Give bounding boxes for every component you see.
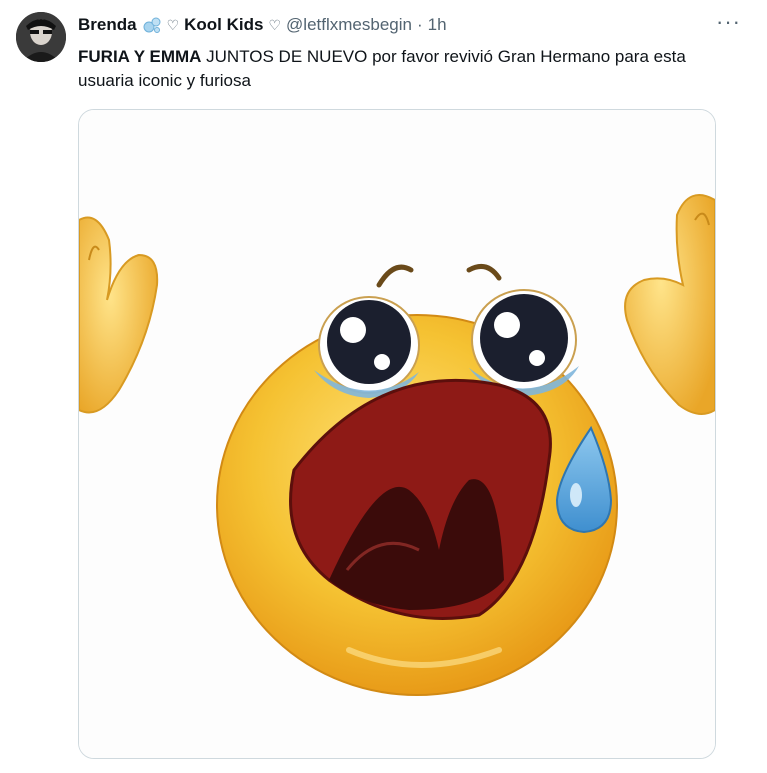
user-handle[interactable]: @letflxmesbegin [286, 14, 412, 36]
heart-icon: ♡ [166, 17, 180, 33]
separator: · [416, 15, 423, 34]
tweet-media-image[interactable] [78, 109, 716, 759]
tweet[interactable]: Brenda ♡ Kool Kids ♡ @letflxmesbegin · 1… [0, 0, 767, 773]
tweet-text: FURIA Y EMMA JUNTOS DE NUEVO por favor r… [78, 45, 718, 93]
more-options-icon[interactable]: ··· [716, 11, 741, 33]
heart-icon-2: ♡ [268, 17, 282, 33]
tweet-header: Brenda ♡ Kool Kids ♡ @letflxmesbegin · 1… [78, 14, 727, 36]
tweet-text-bold: FURIA Y EMMA [78, 47, 202, 66]
crying-emoji-image [79, 110, 715, 758]
avatar[interactable] [16, 12, 66, 62]
bubbles-emoji-icon [142, 15, 162, 35]
display-name[interactable]: Brenda [78, 14, 137, 36]
timestamp[interactable]: 1h [428, 14, 447, 36]
name-suffix[interactable]: Kool Kids [184, 14, 263, 36]
